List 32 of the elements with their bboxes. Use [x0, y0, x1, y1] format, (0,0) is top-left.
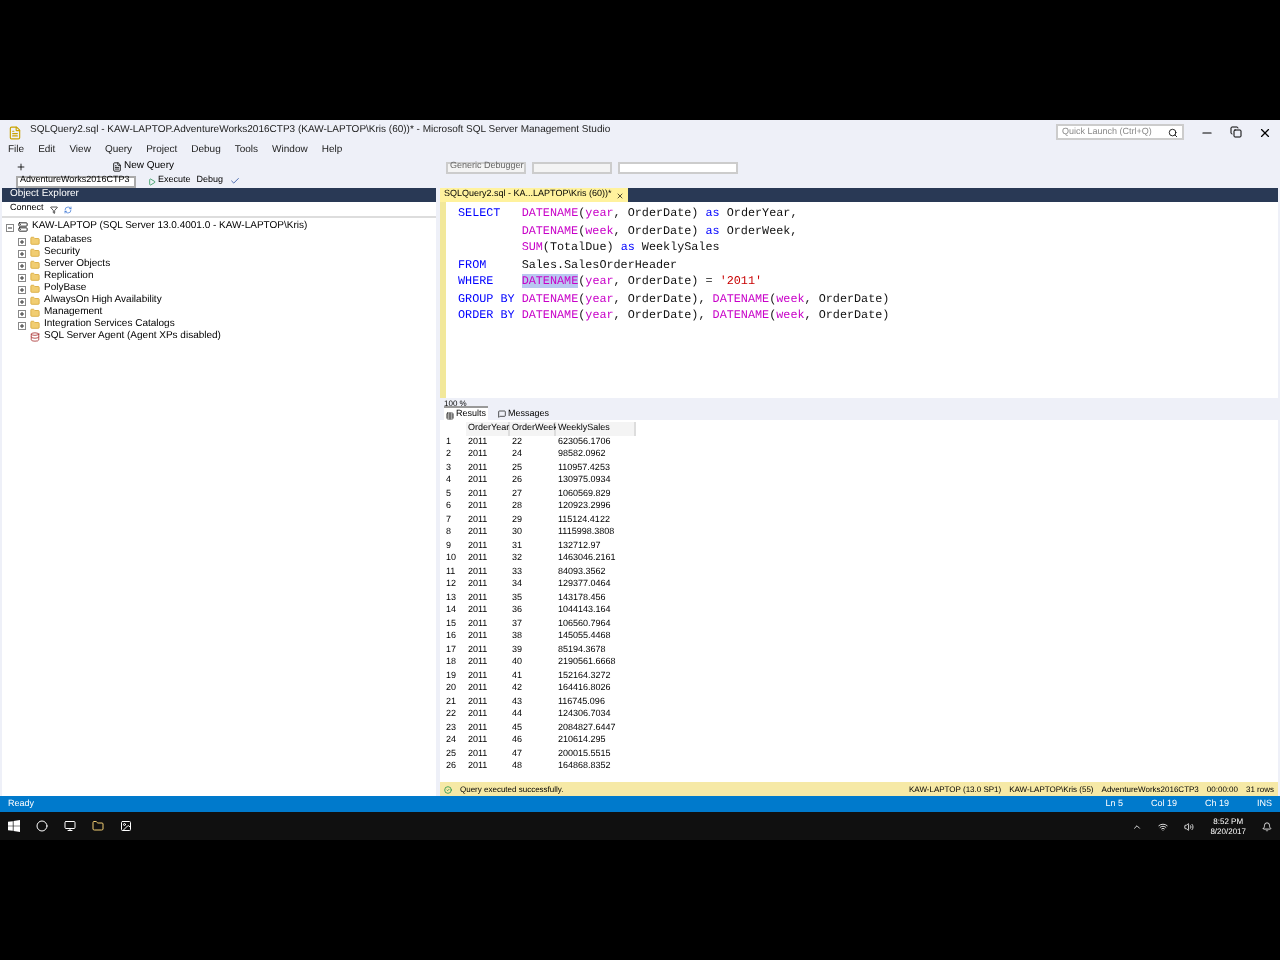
message-icon [498, 410, 507, 418]
expand-icon[interactable] [18, 309, 26, 317]
restore-icon[interactable] [1230, 126, 1242, 138]
expand-icon[interactable] [18, 249, 26, 257]
grid-icon [446, 411, 454, 419]
expand-icon[interactable] [18, 237, 26, 245]
expand-icon[interactable] [18, 285, 26, 293]
folder-icon[interactable] [92, 820, 104, 832]
filter-icon[interactable] [49, 205, 58, 213]
notification-icon[interactable] [1262, 821, 1272, 831]
new-project-icon[interactable] [16, 162, 26, 172]
volume-icon[interactable] [1184, 821, 1195, 831]
expand-icon[interactable] [18, 321, 26, 329]
expand-icon[interactable] [18, 273, 26, 281]
task-view-icon[interactable] [64, 820, 76, 832]
success-icon [444, 785, 452, 793]
document-icon [112, 162, 122, 172]
collapse-icon[interactable] [6, 223, 14, 232]
search-icon[interactable] [36, 820, 48, 832]
app-icon [8, 125, 22, 139]
agent-icon [30, 332, 40, 342]
search-icon [1168, 127, 1178, 137]
parse-icon[interactable] [229, 176, 240, 186]
photos-icon[interactable] [120, 820, 132, 832]
server-icon [18, 222, 28, 233]
close-icon[interactable] [1258, 125, 1272, 139]
expand-icon[interactable] [18, 261, 26, 269]
network-icon[interactable] [1158, 821, 1169, 831]
refresh-icon[interactable] [63, 205, 72, 213]
play-icon [148, 177, 156, 185]
expand-icon[interactable] [18, 297, 26, 305]
windows-icon[interactable] [8, 820, 20, 832]
